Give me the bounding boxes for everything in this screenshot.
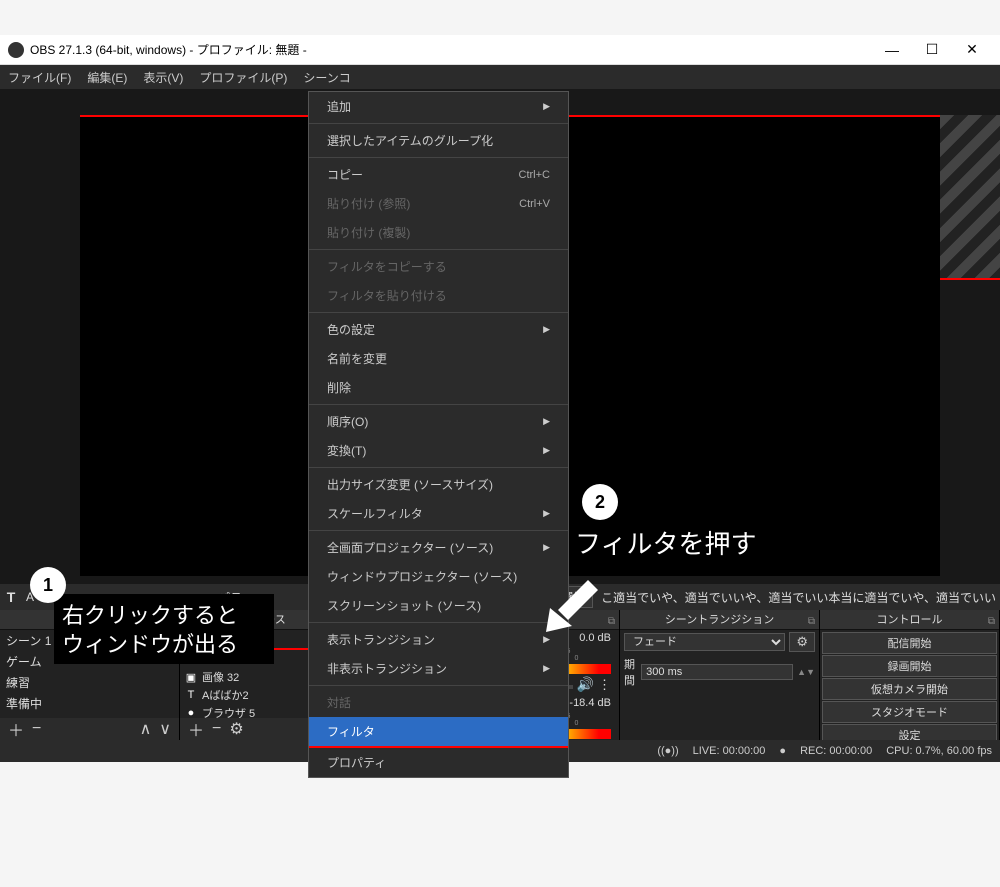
transition-settings-button[interactable]: ⚙ xyxy=(789,632,815,652)
menu-profile[interactable]: プロファイル(P) xyxy=(191,65,295,89)
text-content-preview: こ適当でいや、適当でいいや、適当でいい本当に適当でいや、適当でいい xyxy=(601,589,1000,606)
controls-title: コントロール xyxy=(877,614,943,626)
controls-panel: コントロール⧉ 配信開始 録画開始 仮想カメラ開始 スタジオモード 設定 終了 xyxy=(820,610,1000,740)
text-source-icon: T xyxy=(0,589,22,605)
source-properties-button[interactable]: ⚙ xyxy=(225,719,247,739)
context-menu-item[interactable]: 色の設定▶ xyxy=(309,315,568,344)
source-type-icon: ▣ xyxy=(184,670,198,684)
dock-icon[interactable]: ⧉ xyxy=(808,612,815,632)
duration-input[interactable] xyxy=(641,664,793,680)
start-recording-button[interactable]: 録画開始 xyxy=(822,655,997,677)
remove-scene-button[interactable]: − xyxy=(28,720,45,738)
context-menu-item: 対話 xyxy=(309,688,568,717)
context-menu-item[interactable]: 順序(O)▶ xyxy=(309,407,568,436)
obs-logo-icon xyxy=(8,42,24,58)
menu-scene-collection[interactable]: シーンコ xyxy=(295,65,358,89)
annotation-text-2: フィルタを押す xyxy=(575,528,756,562)
maximize-button[interactable]: ☐ xyxy=(912,41,952,58)
transitions-title: シーントランジション xyxy=(665,614,774,626)
context-menu-item: 貼り付け (複製) xyxy=(309,218,568,247)
menu-edit[interactable]: 編集(E) xyxy=(79,65,135,89)
duration-label: 期間 xyxy=(624,656,637,688)
channel-settings-icon[interactable]: ⋮ xyxy=(598,677,611,693)
move-up-button[interactable]: ∧ xyxy=(136,719,156,739)
source-type-icon: T xyxy=(184,688,198,702)
transition-select[interactable]: フェード xyxy=(624,633,785,651)
move-down-button[interactable]: ∨ xyxy=(155,719,175,739)
context-menu-item[interactable]: 全画面プロジェクター (ソース)▶ xyxy=(309,533,568,562)
context-menu-item: フィルタをコピーする xyxy=(309,252,568,281)
scene-transitions-panel: シーントランジション ⧉ フェード ⚙ 期間 ▲▼ xyxy=(620,610,820,740)
preview-overflow-indicator xyxy=(940,115,1000,280)
context-menu-item: 貼り付け (参照)Ctrl+V xyxy=(309,189,568,218)
context-menu-item[interactable]: 削除 xyxy=(309,373,568,402)
add-source-button[interactable]: ＋ xyxy=(184,717,208,741)
annotation-badge-2: 2 xyxy=(582,484,618,520)
context-menu-item[interactable]: 追加▶ xyxy=(309,92,568,121)
context-menu-item[interactable]: 名前を変更 xyxy=(309,344,568,373)
context-menu-item[interactable]: プロパティ xyxy=(309,748,568,777)
annotation-badge-1: 1 xyxy=(30,567,66,603)
menu-view[interactable]: 表示(V) xyxy=(135,65,191,89)
duration-stepper[interactable]: ▲▼ xyxy=(797,667,815,677)
annotation-text-1: 右クリックするとウィンドウが出る xyxy=(62,602,238,659)
context-menu-item[interactable]: 選択したアイテムのグループ化 xyxy=(309,126,568,155)
source-context-menu: 追加▶ 選択したアイテムのグループ化コピーCtrl+C貼り付け (参照)Ctrl+… xyxy=(308,91,569,778)
live-indicator: ((●)) xyxy=(657,745,678,757)
context-menu-item[interactable]: 非表示トランジション▶ xyxy=(309,654,568,683)
speaker-icon[interactable]: 🔊 xyxy=(577,676,594,693)
live-status: LIVE: 00:00:00 xyxy=(693,745,766,757)
close-button[interactable]: ✕ xyxy=(952,41,992,58)
menubar: ファイル(F) 編集(E) 表示(V) プロファイル(P) シーンコ xyxy=(0,65,1000,89)
scene-item[interactable]: 準備中 xyxy=(0,693,179,714)
start-streaming-button[interactable]: 配信開始 xyxy=(822,632,997,654)
studio-mode-button[interactable]: スタジオモード xyxy=(822,701,997,723)
context-menu-item[interactable]: 変換(T)▶ xyxy=(309,436,568,465)
window-title: OBS 27.1.3 (64-bit, windows) - プロファイル: 無… xyxy=(30,41,307,58)
menu-file[interactable]: ファイル(F) xyxy=(0,65,79,89)
rec-indicator: ● xyxy=(779,745,786,757)
dock-icon[interactable]: ⧉ xyxy=(608,612,615,632)
scene-item[interactable]: 練習 xyxy=(0,672,179,693)
context-menu-item[interactable]: 出力サイズ変更 (ソースサイズ) xyxy=(309,470,568,499)
context-menu-item[interactable]: コピーCtrl+C xyxy=(309,160,568,189)
channel-db: -18.4 dB xyxy=(569,697,611,713)
context-menu-item[interactable]: フィルタ xyxy=(309,717,568,748)
cpu-status: CPU: 0.7%, 60.00 fps xyxy=(886,745,992,757)
start-virtual-camera-button[interactable]: 仮想カメラ開始 xyxy=(822,678,997,700)
source-name: 画像 32 xyxy=(202,669,239,685)
titlebar: OBS 27.1.3 (64-bit, windows) - プロファイル: 無… xyxy=(0,35,1000,65)
add-scene-button[interactable]: ＋ xyxy=(4,717,28,741)
context-menu-item: フィルタを貼り付ける xyxy=(309,281,568,310)
annotation-arrow-icon xyxy=(528,570,598,640)
source-name: Aばばか2 xyxy=(202,687,249,703)
minimize-button[interactable]: — xyxy=(872,42,912,58)
source-name: ブラウザ 5 xyxy=(202,705,255,718)
rec-status: REC: 00:00:00 xyxy=(800,745,872,757)
settings-button[interactable]: 設定 xyxy=(822,724,997,740)
context-menu-item[interactable]: スケールフィルタ▶ xyxy=(309,499,568,528)
dock-icon[interactable]: ⧉ xyxy=(988,612,995,632)
remove-source-button[interactable]: − xyxy=(208,720,225,738)
